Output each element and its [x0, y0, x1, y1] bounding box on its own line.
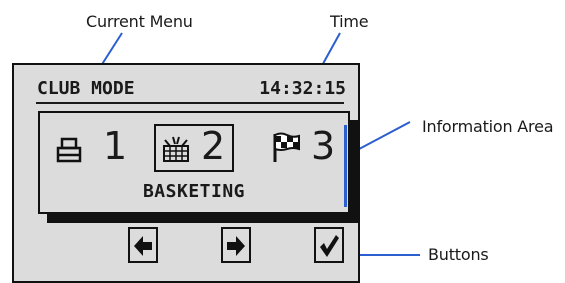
right-arrow-button[interactable]: [221, 227, 251, 263]
flag-icon: [271, 131, 301, 167]
lcd-screen: CLUB MODE 14:32:15 1 2 3 BASKETING: [12, 63, 360, 283]
current-menu-title: CLUB MODE: [37, 78, 135, 99]
left-arrow-button[interactable]: [128, 227, 158, 263]
callout-current-menu: Current Menu: [86, 12, 193, 31]
status-text: BASKETING: [142, 181, 246, 202]
item-number-2: 2: [201, 124, 226, 168]
callout-time: Time: [330, 12, 369, 31]
callout-buttons: Buttons: [428, 245, 489, 264]
header-divider: [36, 102, 344, 104]
basket-icon: [161, 134, 191, 168]
confirm-button[interactable]: [314, 227, 344, 263]
callout-information-area: Information Area: [422, 117, 554, 136]
item-number-3: 3: [311, 124, 336, 168]
information-area: 1 2 3 BASKETING: [38, 111, 350, 214]
scrollbar[interactable]: [344, 125, 347, 207]
printer-icon: [56, 137, 82, 167]
item-number-1: 1: [103, 124, 128, 168]
clock-display: 14:32:15: [259, 78, 346, 99]
